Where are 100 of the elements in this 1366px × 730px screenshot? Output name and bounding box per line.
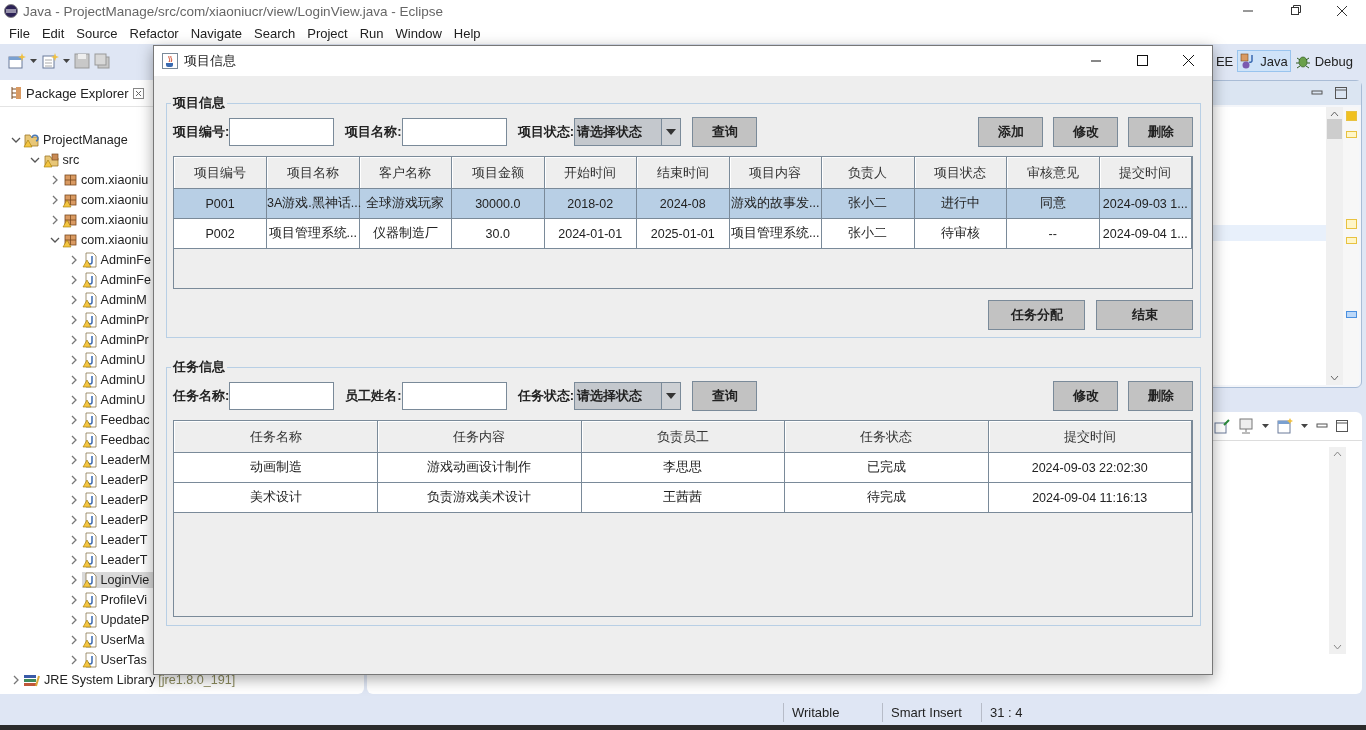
scrollbar[interactable] <box>1329 447 1346 654</box>
table-row[interactable]: P001 3A游戏.黑神话... 全球游戏玩家 30000.0 2018-02 2024-08 游戏的故事发... 张小二 进行中 同意 2024-09-03 1... <box>174 188 1192 219</box>
status-dropdown[interactable]: 请选择状态 <box>574 381 682 410</box>
input-field[interactable] <box>401 117 507 146</box>
table-row[interactable]: 动画制造 游戏动画设计制作 李思思 已完成 2024-09-03 22:02:30 <box>174 452 1192 483</box>
scroll-up-icon[interactable] <box>1330 111 1339 117</box>
chevron-right-icon[interactable] <box>70 515 78 525</box>
tree-item-label[interactable]: LeaderP <box>100 473 149 487</box>
status-dropdown[interactable]: 请选择状态 <box>574 117 682 146</box>
tree-item-label[interactable]: AdminFe <box>100 253 151 267</box>
column-header[interactable]: 客户名称 <box>359 157 452 189</box>
chevron-right-icon[interactable] <box>70 255 78 265</box>
chevron-right-icon[interactable] <box>70 575 78 585</box>
chevron-right-icon[interactable] <box>70 595 78 605</box>
column-header[interactable]: 项目名称 <box>266 157 359 189</box>
menu-item[interactable]: Source <box>70 25 124 41</box>
caret-icon[interactable] <box>63 59 70 63</box>
chevron-right-icon[interactable] <box>70 615 78 625</box>
input-field[interactable] <box>229 117 335 146</box>
action-button[interactable]: 任务分配 <box>988 300 1085 330</box>
action-button[interactable]: 结束 <box>1096 300 1193 330</box>
tree-item-label[interactable]: LeaderP <box>100 513 149 527</box>
caret-icon[interactable] <box>666 392 677 399</box>
column-header[interactable]: 负责人 <box>821 157 914 189</box>
menu-item[interactable]: Window <box>389 25 448 41</box>
menu-item[interactable]: File <box>3 25 36 41</box>
tree-item-label[interactable]: UserMa <box>100 633 145 647</box>
chevron-right-icon[interactable] <box>70 375 78 385</box>
column-header[interactable]: 提交时间 <box>988 421 1192 453</box>
column-header[interactable]: 开始时间 <box>544 157 637 189</box>
chevron-right-icon[interactable] <box>11 675 20 685</box>
action-button[interactable]: 修改 <box>1053 116 1118 147</box>
caret-icon[interactable] <box>30 59 37 63</box>
monitor-icon[interactable] <box>1238 418 1254 434</box>
action-button[interactable]: 修改 <box>1053 380 1118 411</box>
action-button[interactable]: 添加 <box>978 116 1043 147</box>
scroll-down-icon[interactable] <box>1330 375 1339 381</box>
search-button[interactable]: 查询 <box>692 380 758 411</box>
new-window-icon[interactable] <box>1277 418 1293 434</box>
tree-item-label[interactable]: Feedbac <box>100 433 150 447</box>
chevron-right-icon[interactable] <box>70 295 78 305</box>
column-header[interactable]: 项目金额 <box>451 157 544 189</box>
action-button[interactable]: 删除 <box>1128 380 1193 411</box>
minimize-icon[interactable] <box>1316 421 1328 431</box>
perspective-button[interactable]: Debug <box>1291 50 1356 72</box>
chevron-right-icon[interactable] <box>70 535 78 545</box>
table-row[interactable]: P002 项目管理系统... 仪器制造厂 30.0 2024-01-01 2025-01-01 项目管理系统... 张小二 待审核 -- 2024-09-04 1... <box>174 218 1192 249</box>
chevron-right-icon[interactable] <box>70 655 78 665</box>
minimize-icon[interactable] <box>1311 88 1323 98</box>
chevron-down-icon[interactable] <box>30 156 40 164</box>
tree-item-label[interactable]: AdminPr <box>100 333 149 347</box>
tree-item-label[interactable]: ProfileVi <box>100 593 148 607</box>
input-field[interactable] <box>401 381 507 410</box>
tree-item-label[interactable]: AdminPr <box>100 313 149 327</box>
perspective-button[interactable]: Java <box>1237 50 1291 72</box>
action-button[interactable]: 删除 <box>1128 116 1193 147</box>
scroll-down-icon[interactable] <box>1333 644 1342 650</box>
tree-item-label[interactable]: com.xiaoniu <box>81 213 149 227</box>
view-tab-title[interactable]: Package Explorer <box>26 85 129 101</box>
tree-item-label[interactable]: ProjectManage <box>43 133 128 147</box>
tree-item-label[interactable]: Feedbac <box>100 413 150 427</box>
chevron-right-icon[interactable] <box>70 355 78 365</box>
tree-item-label[interactable]: LeaderP <box>100 493 149 507</box>
scroll-thumb[interactable] <box>1327 119 1342 139</box>
menu-item[interactable]: Run <box>353 25 390 41</box>
column-header[interactable]: 提交时间 <box>1099 157 1192 189</box>
column-header[interactable]: 任务状态 <box>784 421 988 453</box>
search-button[interactable]: 查询 <box>692 116 758 147</box>
chevron-right-icon[interactable] <box>70 475 78 485</box>
tree-item-label[interactable]: AdminM <box>100 293 147 307</box>
column-header[interactable]: 任务名称 <box>174 421 378 453</box>
chevron-right-icon[interactable] <box>50 215 59 225</box>
menu-item[interactable]: Search <box>248 25 302 41</box>
perspective-button[interactable]: EE <box>1212 50 1237 72</box>
column-header[interactable]: 结束时间 <box>636 157 729 189</box>
tree-item-label[interactable]: UserTas <box>100 653 147 667</box>
chevron-down-icon[interactable] <box>10 136 21 144</box>
menu-item[interactable]: Help <box>447 25 487 41</box>
chevron-right-icon[interactable] <box>70 315 78 325</box>
maximize-icon[interactable] <box>1336 420 1348 432</box>
chevron-right-icon[interactable] <box>50 195 59 205</box>
column-header[interactable]: 审核意见 <box>1006 157 1099 189</box>
chevron-right-icon[interactable] <box>70 395 78 405</box>
column-header[interactable]: 项目编号 <box>174 157 267 189</box>
chevron-right-icon[interactable] <box>70 275 78 285</box>
input-field[interactable] <box>229 381 335 410</box>
column-header[interactable]: 负责员工 <box>581 421 785 453</box>
table-row[interactable]: 美术设计 负责游戏美术设计 王茜茜 待完成 2024-09-04 11:16:13 <box>174 482 1192 513</box>
tree-item-label[interactable]: com.xiaoniu <box>81 193 149 207</box>
menu-item[interactable]: Refactor <box>123 25 185 41</box>
caret-icon[interactable] <box>1262 424 1269 428</box>
chevron-right-icon[interactable] <box>70 455 78 465</box>
chevron-right-icon[interactable] <box>70 415 78 425</box>
chevron-right-icon[interactable] <box>70 495 78 505</box>
column-header[interactable]: 项目状态 <box>914 157 1007 189</box>
chevron-right-icon[interactable] <box>70 635 78 645</box>
menu-item[interactable]: Navigate <box>184 25 248 41</box>
scrollbar[interactable] <box>1326 107 1343 385</box>
tree-item-label[interactable]: AdminU <box>100 393 146 407</box>
tree-item-label[interactable]: com.xiaoniu <box>81 173 149 187</box>
